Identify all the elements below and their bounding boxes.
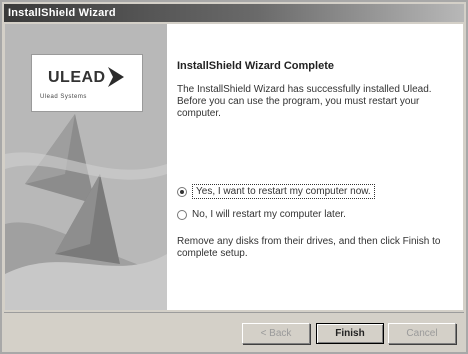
button-bar: < Back Finish Cancel bbox=[4, 312, 464, 351]
finish-instructions: Remove any disks from their drives, and … bbox=[177, 236, 441, 259]
page-title: InstallShield Wizard Complete bbox=[177, 60, 334, 72]
restart-later-option[interactable]: No, I will restart my computer later. bbox=[177, 209, 346, 220]
content-panel: InstallShield Wizard Complete The Instal… bbox=[167, 24, 463, 310]
title-bar[interactable]: InstallShield Wizard bbox=[4, 4, 464, 22]
window-title: InstallShield Wizard bbox=[8, 7, 116, 19]
restart-later-label[interactable]: No, I will restart my computer later. bbox=[192, 209, 346, 220]
restart-now-label[interactable]: Yes, I want to restart my computer now. bbox=[192, 184, 375, 199]
ulead-logo: ULEAD Ulead Systems bbox=[31, 54, 143, 112]
cancel-button[interactable]: Cancel bbox=[388, 323, 456, 344]
finish-button[interactable]: Finish bbox=[316, 323, 384, 344]
side-banner: ULEAD Ulead Systems bbox=[5, 24, 167, 310]
restart-later-radio[interactable] bbox=[177, 209, 187, 220]
logo-wordmark: ULEAD bbox=[48, 69, 106, 86]
completion-message: The InstallShield Wizard has successfull… bbox=[177, 84, 432, 119]
restart-now-radio[interactable] bbox=[177, 186, 187, 197]
back-button[interactable]: < Back bbox=[242, 323, 310, 344]
installer-window: InstallShield Wizard ULEAD Ulead Systems… bbox=[0, 0, 468, 354]
logo-tagline: Ulead Systems bbox=[40, 94, 87, 100]
logo-chevron-icon bbox=[108, 67, 124, 87]
restart-now-option[interactable]: Yes, I want to restart my computer now. bbox=[177, 184, 375, 199]
